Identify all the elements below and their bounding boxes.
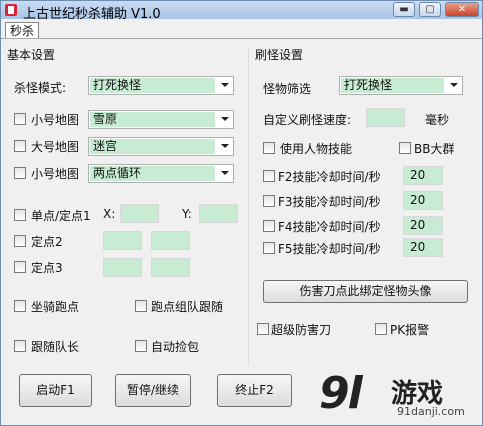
point2-label: 定点2 xyxy=(31,235,63,249)
tab-miaosha[interactable]: 秒杀 xyxy=(5,22,40,39)
big-map-checkbox[interactable] xyxy=(14,140,26,152)
dropdown-arrow-icon xyxy=(221,83,229,87)
small-map-value-1: 雪原 xyxy=(90,112,215,127)
f5-skill-input[interactable]: 20 xyxy=(403,238,443,257)
team-follow-run-checkbox[interactable] xyxy=(135,300,147,312)
use-skills-label: 使用人物技能 xyxy=(280,142,353,156)
small-map-value-2: 两点循环 xyxy=(90,166,215,181)
y-label: Y: xyxy=(182,207,192,221)
dropdown-arrow-icon xyxy=(221,171,229,175)
custom-speed-input[interactable] xyxy=(366,108,405,127)
point1-checkbox[interactable] xyxy=(14,209,26,221)
bb-group-label: BB大群 xyxy=(414,142,455,156)
bb-group-checkbox[interactable] xyxy=(399,142,411,154)
big-map-select[interactable]: 迷宫 xyxy=(88,137,234,156)
kill-mode-label: 杀怪模式: xyxy=(14,81,67,95)
use-skills-checkbox[interactable] xyxy=(263,142,275,154)
point1-label: 单点/定点1 xyxy=(31,209,91,223)
x-label: X: xyxy=(103,207,116,221)
mount-run-checkbox[interactable] xyxy=(14,300,26,312)
f4-skill-checkbox[interactable] xyxy=(263,220,275,232)
monster-filter-value: 打死换怪 xyxy=(341,78,444,93)
spawn-settings-title: 刷怪设置 xyxy=(255,48,304,62)
team-follow-run-label: 跑点组队跟随 xyxy=(151,300,224,314)
big-map-value: 迷宫 xyxy=(90,139,215,154)
small-map-select-2[interactable]: 两点循环 xyxy=(88,164,234,183)
f2-skill-checkbox[interactable] xyxy=(263,170,275,182)
monster-filter-select[interactable]: 打死换怪 xyxy=(339,76,463,95)
start-button[interactable]: 启动F1 xyxy=(19,374,92,407)
kill-mode-select[interactable]: 打死换怪 xyxy=(88,76,234,95)
small-map-checkbox-2[interactable] xyxy=(14,167,26,179)
f3-skill-input[interactable]: 20 xyxy=(403,191,443,210)
point2-checkbox[interactable] xyxy=(14,235,26,247)
super-damage-label: 超级防害刀 xyxy=(271,323,332,337)
follow-leader-label: 跟随队长 xyxy=(31,340,80,354)
bind-monster-avatar-button[interactable]: 伤害刀点此绑定怪物头像 xyxy=(263,280,468,303)
kill-mode-value: 打死换怪 xyxy=(90,78,215,93)
basic-settings-title: 基本设置 xyxy=(7,48,56,62)
watermark-url: 91danji.com xyxy=(397,405,465,418)
dropdown-arrow-icon xyxy=(221,144,229,148)
custom-speed-unit: 毫秒 xyxy=(425,113,450,127)
minimize-button[interactable]: ▬ xyxy=(393,2,415,17)
stop-button[interactable]: 终止F2 xyxy=(217,374,292,407)
point3-checkbox[interactable] xyxy=(14,261,26,273)
pause-resume-button[interactable]: 暂停/继续 xyxy=(115,374,191,407)
mount-run-label: 坐骑跑点 xyxy=(31,300,80,314)
dropdown-arrow-icon xyxy=(450,83,458,87)
small-map-select-1[interactable]: 雪原 xyxy=(88,110,234,129)
window-title: 上古世纪秒杀辅助 V1.0 xyxy=(23,7,161,22)
maximize-button[interactable]: ▢ xyxy=(419,2,441,17)
auto-loot-checkbox[interactable] xyxy=(135,340,147,352)
f4-skill-input[interactable]: 20 xyxy=(403,216,443,235)
point1-x-input[interactable] xyxy=(120,204,159,223)
small-map-label-1: 小号地图 xyxy=(31,113,80,127)
f5-skill-label: F5技能冷却时间/秒 xyxy=(278,242,381,256)
watermark-logo: 9l 游戏 91danji.com xyxy=(319,369,479,423)
super-damage-checkbox[interactable] xyxy=(257,323,269,335)
f2-skill-label: F2技能冷却时间/秒 xyxy=(278,170,381,184)
point2-y-input[interactable] xyxy=(151,231,190,250)
custom-speed-label: 自定义刷怪速度: xyxy=(263,113,352,127)
close-button[interactable]: ✕ xyxy=(445,2,479,17)
point2-x-input[interactable] xyxy=(103,231,142,250)
point3-y-input[interactable] xyxy=(151,258,190,277)
pk-alarm-checkbox[interactable] xyxy=(375,323,387,335)
f2-skill-input[interactable]: 20 xyxy=(403,166,443,185)
app-icon xyxy=(5,4,17,16)
small-map-checkbox-1[interactable] xyxy=(14,113,26,125)
tab-divider xyxy=(1,38,482,39)
dropdown-arrow-icon xyxy=(221,117,229,121)
point3-x-input[interactable] xyxy=(103,258,142,277)
point3-label: 定点3 xyxy=(31,261,63,275)
small-map-label-2: 小号地图 xyxy=(31,167,80,181)
title-bar[interactable]: 上古世纪秒杀辅助 V1.0 ▬ ▢ ✕ xyxy=(1,1,482,22)
auto-loot-label: 自动捡包 xyxy=(151,340,200,354)
group-separator xyxy=(248,47,249,365)
pk-alarm-label: PK报警 xyxy=(390,323,430,337)
watermark-mark: 9l xyxy=(319,368,363,419)
f5-skill-checkbox[interactable] xyxy=(263,242,275,254)
follow-leader-checkbox[interactable] xyxy=(14,340,26,352)
f3-skill-checkbox[interactable] xyxy=(263,195,275,207)
app-window: 上古世纪秒杀辅助 V1.0 ▬ ▢ ✕ 秒杀 基本设置 杀怪模式: 打死换怪 小… xyxy=(0,0,483,426)
f3-skill-label: F3技能冷却时间/秒 xyxy=(278,195,381,209)
monster-filter-label: 怪物筛选 xyxy=(263,82,312,96)
big-map-label: 大号地图 xyxy=(31,140,80,154)
point1-y-input[interactable] xyxy=(199,204,238,223)
f4-skill-label: F4技能冷却时间/秒 xyxy=(278,220,381,234)
